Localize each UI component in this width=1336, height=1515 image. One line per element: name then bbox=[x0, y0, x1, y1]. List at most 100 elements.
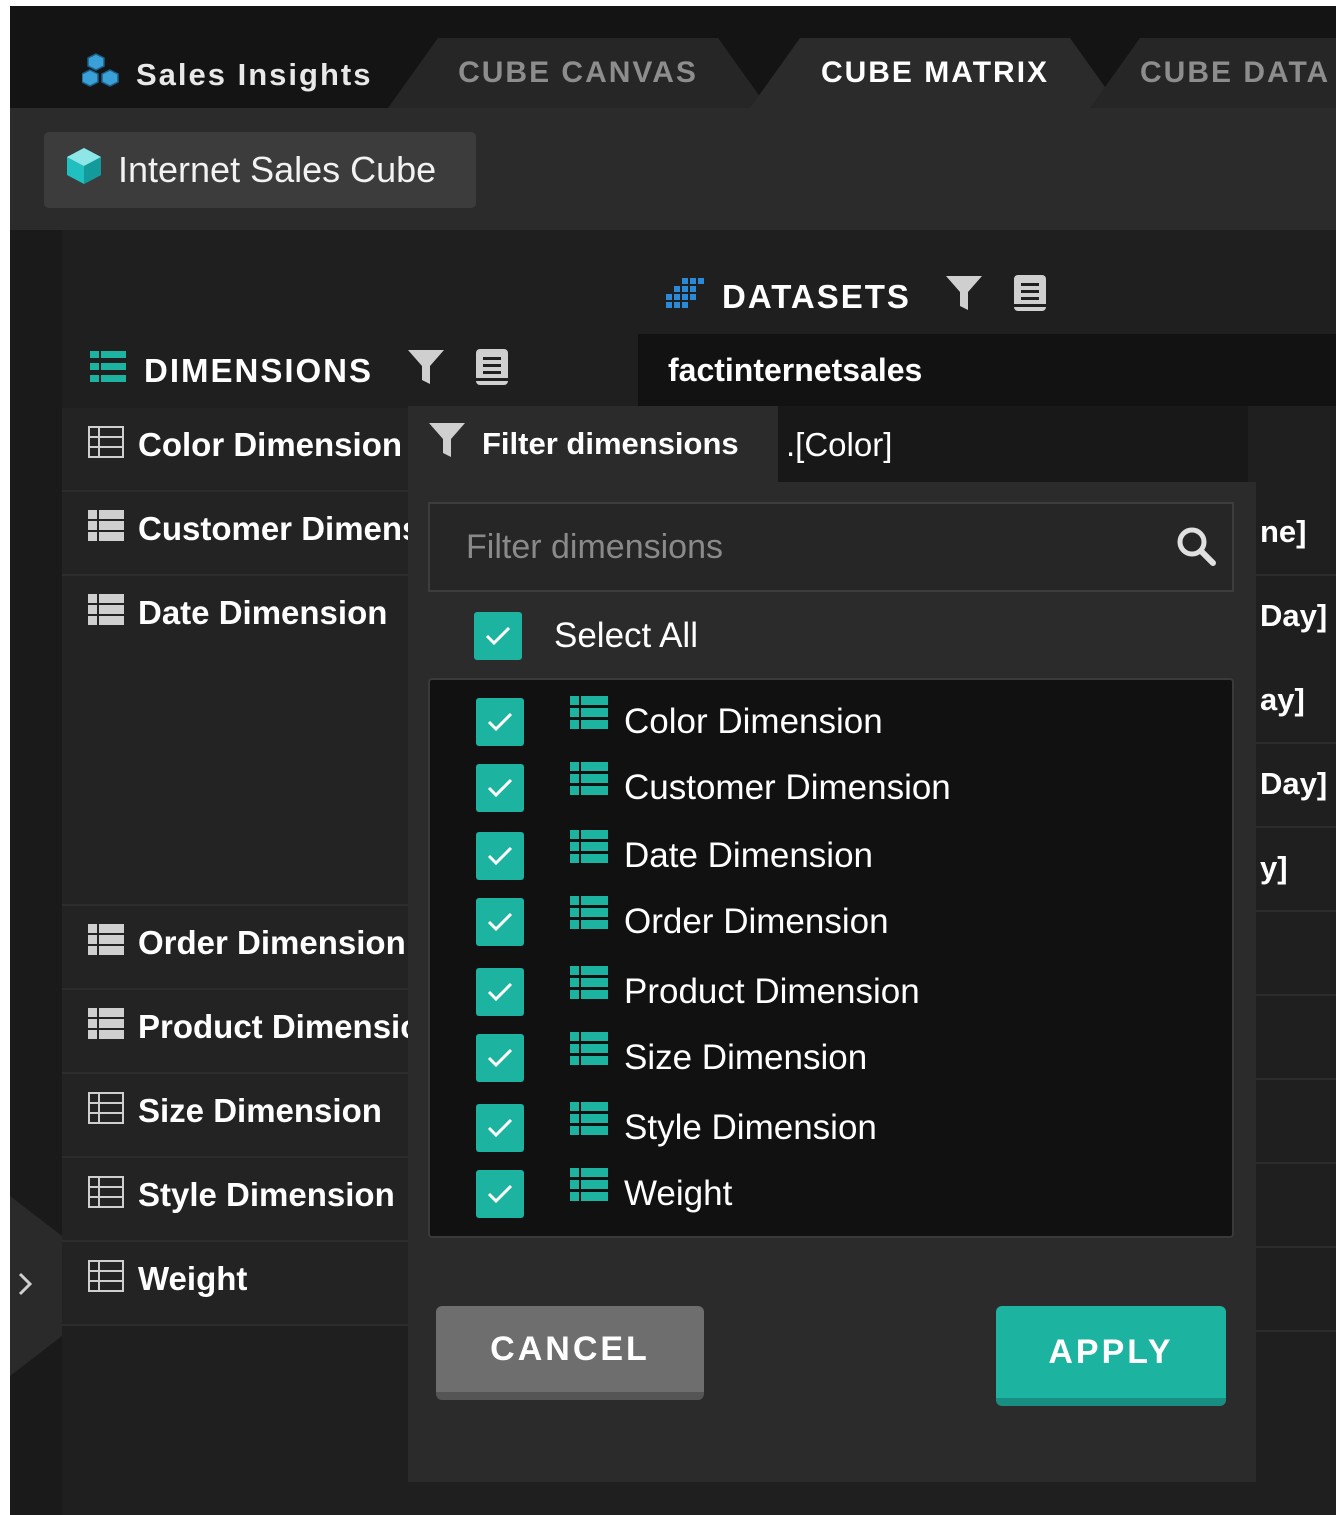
dimension-list-icon bbox=[570, 1031, 608, 1075]
matrix-cell bbox=[1250, 1248, 1336, 1332]
dimension-option[interactable]: Style Dimension bbox=[476, 1101, 877, 1152]
option-checkbox[interactable] bbox=[476, 1104, 524, 1152]
matrix-cell bbox=[1250, 996, 1336, 1080]
matrix-area: DATASETS factinternetsales DIMENSIONS Co… bbox=[10, 230, 1336, 1515]
dimension-label: Product Dimension bbox=[138, 1008, 441, 1045]
expand-panel-button[interactable] bbox=[10, 1196, 62, 1376]
cube-icon bbox=[64, 146, 104, 195]
apply-button[interactable]: APPLY bbox=[996, 1306, 1226, 1406]
matrix-cell[interactable]: Day] bbox=[1250, 576, 1336, 660]
option-label: Product Dimension bbox=[624, 972, 920, 1011]
dimension-option[interactable]: Color Dimension bbox=[476, 695, 883, 746]
matrix-cell[interactable]: ay] bbox=[1250, 660, 1336, 744]
filter-popup-header: Filter dimensions bbox=[408, 406, 778, 482]
table-filled-icon bbox=[88, 924, 124, 964]
dimension-option[interactable]: Product Dimension bbox=[476, 965, 920, 1016]
option-checkbox[interactable] bbox=[476, 764, 524, 812]
tab-label: CUBE DATA bbox=[1140, 56, 1331, 89]
option-checkbox[interactable] bbox=[476, 832, 524, 880]
dimension-list-icon bbox=[570, 829, 608, 873]
top-bar: Sales Insights CUBE CANVAS CUBE MATRIX C… bbox=[10, 6, 1336, 108]
filter-dimensions-popup: Select All Color Dimension Customer Dime… bbox=[408, 482, 1256, 1482]
matrix-cell bbox=[1250, 408, 1336, 492]
tab-cube-data[interactable]: CUBE DATA bbox=[1090, 38, 1336, 108]
matrix-cell[interactable]: Day] bbox=[1250, 744, 1336, 828]
dataset-name: factinternetsales bbox=[668, 351, 923, 388]
dataset-row[interactable]: factinternetsales bbox=[638, 334, 1336, 406]
app-window: Sales Insights CUBE CANVAS CUBE MATRIX C… bbox=[10, 6, 1336, 1515]
cube-selector[interactable]: Internet Sales Cube bbox=[44, 132, 476, 208]
option-label: Date Dimension bbox=[624, 836, 873, 875]
dimension-option[interactable]: Date Dimension bbox=[476, 829, 873, 880]
tab-label: CUBE MATRIX bbox=[820, 56, 1050, 89]
option-checkbox[interactable] bbox=[476, 1034, 524, 1082]
dimensions-list-icon bbox=[90, 351, 126, 391]
option-label: Order Dimension bbox=[624, 902, 889, 941]
cancel-button[interactable]: CANCEL bbox=[436, 1306, 704, 1400]
dimension-list-icon bbox=[570, 1101, 608, 1145]
filter-icon bbox=[428, 421, 466, 467]
datasets-header: DATASETS bbox=[666, 274, 1047, 320]
option-checkbox[interactable] bbox=[476, 898, 524, 946]
dimension-label: Weight bbox=[138, 1260, 248, 1297]
checkmark-icon bbox=[487, 1048, 513, 1068]
dimension-label: Date Dimension bbox=[138, 594, 388, 631]
option-label: Color Dimension bbox=[624, 702, 883, 741]
dimension-label: Size Dimension bbox=[138, 1092, 382, 1129]
cube-name: Internet Sales Cube bbox=[118, 149, 437, 190]
dimensions-title: DIMENSIONS bbox=[144, 352, 374, 389]
matrix-cell[interactable]: ne] bbox=[1250, 492, 1336, 576]
search-icon[interactable] bbox=[1176, 526, 1216, 571]
dimension-list-icon bbox=[570, 761, 608, 805]
tab-cube-canvas[interactable]: CUBE CANVAS bbox=[388, 38, 768, 108]
notes-icon[interactable] bbox=[475, 348, 509, 394]
filter-icon[interactable] bbox=[945, 274, 983, 320]
checkmark-icon bbox=[487, 712, 513, 732]
checkmark-icon bbox=[485, 626, 511, 646]
checkmark-icon bbox=[487, 982, 513, 1002]
table-outline-icon bbox=[88, 426, 124, 466]
checkmark-icon bbox=[487, 1184, 513, 1204]
dimension-option[interactable]: Weight bbox=[476, 1167, 732, 1218]
cubes-logo-icon bbox=[81, 52, 122, 98]
option-checkbox[interactable] bbox=[476, 1170, 524, 1218]
dimension-label: Style Dimension bbox=[138, 1176, 395, 1213]
select-all-label: Select All bbox=[554, 616, 698, 655]
filter-search-input[interactable] bbox=[430, 504, 1170, 590]
datasets-icon bbox=[666, 278, 704, 316]
checkmark-icon bbox=[487, 912, 513, 932]
matrix-cell bbox=[1250, 912, 1336, 996]
dimension-list-icon bbox=[570, 965, 608, 1009]
app-title[interactable]: Sales Insights bbox=[81, 52, 373, 98]
filter-popup-title: Filter dimensions bbox=[482, 426, 739, 461]
checkmark-icon bbox=[487, 778, 513, 798]
select-all-option[interactable]: Select All bbox=[474, 612, 698, 660]
option-checkbox[interactable] bbox=[476, 968, 524, 1016]
table-outline-icon bbox=[88, 1092, 124, 1132]
table-filled-icon bbox=[88, 1008, 124, 1048]
option-label: Customer Dimension bbox=[624, 768, 951, 807]
dimension-list-icon bbox=[570, 1167, 608, 1211]
dimension-list-icon bbox=[570, 895, 608, 939]
select-all-checkbox[interactable] bbox=[474, 612, 522, 660]
filter-icon[interactable] bbox=[407, 348, 445, 394]
option-label: Size Dimension bbox=[624, 1038, 868, 1077]
dimensions-header: DIMENSIONS bbox=[90, 348, 509, 394]
dimension-option[interactable]: Order Dimension bbox=[476, 895, 889, 946]
tab-cube-matrix[interactable]: CUBE MATRIX bbox=[750, 38, 1120, 108]
dimension-option[interactable]: Size Dimension bbox=[476, 1031, 868, 1082]
option-checkbox[interactable] bbox=[476, 698, 524, 746]
notes-icon[interactable] bbox=[1013, 274, 1047, 320]
table-outline-icon bbox=[88, 1260, 124, 1300]
table-filled-icon bbox=[88, 594, 124, 634]
table-filled-icon bbox=[88, 510, 124, 550]
dimension-label: Order Dimension bbox=[138, 924, 406, 961]
app-title-text: Sales Insights bbox=[136, 57, 373, 92]
dimension-option[interactable]: Customer Dimension bbox=[476, 761, 951, 812]
tab-label: CUBE CANVAS bbox=[458, 56, 698, 89]
table-outline-icon bbox=[88, 1176, 124, 1216]
matrix-cell-color[interactable]: .[Color] bbox=[778, 406, 1248, 482]
matrix-cell[interactable]: y] bbox=[1250, 828, 1336, 912]
matrix-cell bbox=[1250, 1080, 1336, 1164]
matrix-cells: ne] Day] ay] Day] y] bbox=[1250, 408, 1336, 1332]
